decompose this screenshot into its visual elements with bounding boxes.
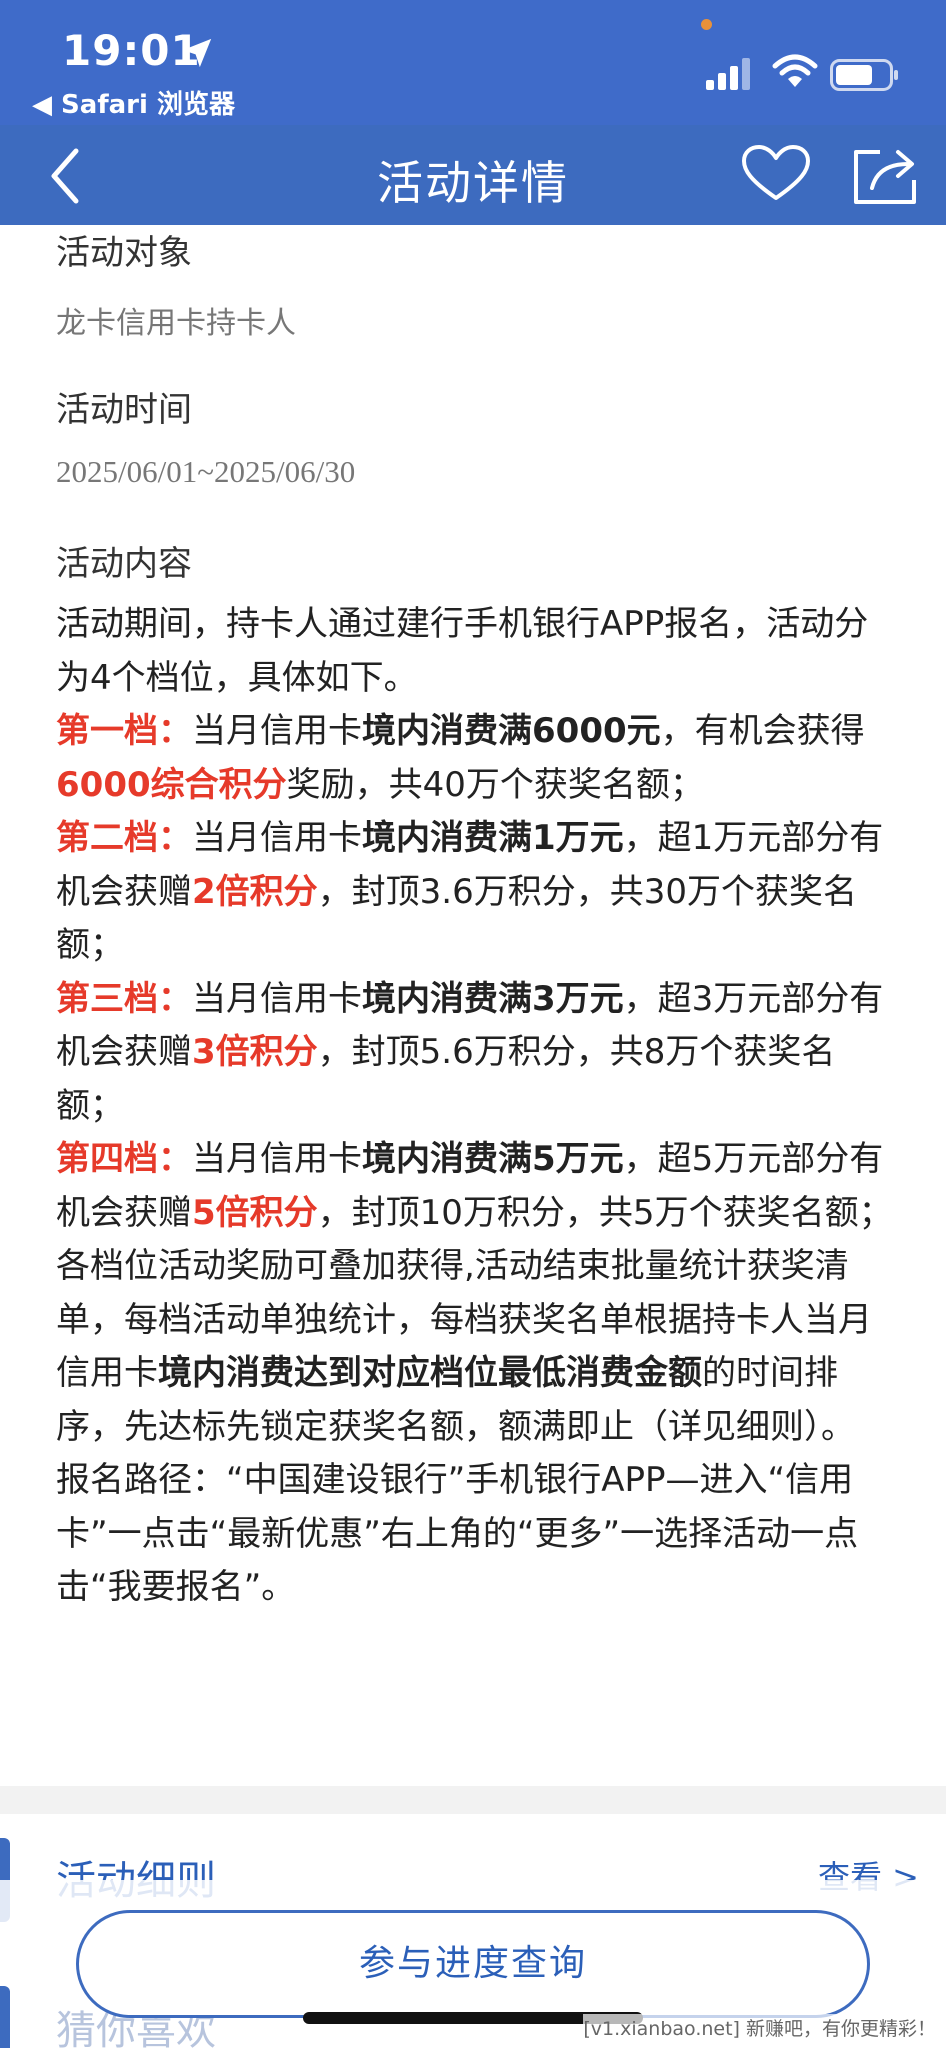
tier-condition: 境内消费满3万元 — [362, 978, 624, 1019]
tier-1: 第一档：当月信用卡境内消费满6000元，有机会获得 6000综合积分奖励，共40万… — [56, 705, 901, 812]
battery-icon — [830, 59, 898, 91]
section-marker — [0, 1986, 10, 2048]
stack-bold-text: 境内消费达到对应档位最低消费金额 — [158, 1353, 702, 1393]
section-divider — [0, 1786, 946, 1814]
watermark-text: [v1.xianbao.net] 新赚吧，有你更精彩！ — [583, 2014, 936, 2041]
wifi-icon — [772, 54, 818, 87]
tier-text: 当月信用卡 — [192, 978, 362, 1019]
target-value: 龙卡信用卡持卡人 — [56, 306, 296, 341]
time-title: 活动时间 — [56, 390, 192, 430]
cellular-signal-icon — [706, 58, 750, 90]
tier-label: 第四档： — [56, 1139, 192, 1179]
tier-reward: 3倍积分 — [192, 1032, 318, 1072]
tier-condition: 境内消费满1万元 — [362, 818, 624, 858]
tier-text: 当月信用卡 — [192, 711, 362, 751]
status-bar: 19:01 ◀ Safari 浏览器 — [0, 0, 946, 125]
tier-reward: 6000综合积分 — [56, 764, 287, 805]
share-icon[interactable] — [850, 144, 922, 208]
tier-3: 第三档：当月信用卡境内消费满3万元，超3万元部分有机会获赠3倍积分，封顶5.6万… — [56, 973, 901, 1134]
tier-text: 当月信用卡 — [192, 1139, 362, 1179]
time-value: 2025/06/01~2025/06/30 — [56, 454, 356, 489]
location-arrow-icon — [182, 38, 212, 68]
tier-reward: 5倍积分 — [192, 1192, 318, 1233]
privacy-indicator-dot — [701, 19, 712, 30]
tier-2: 第二档：当月信用卡境内消费满1万元，超1万元部分有机会获赠2倍积分，封顶3.6万… — [56, 812, 901, 973]
content-title: 活动内容 — [56, 544, 192, 584]
tier-text: 奖励，共40万个获奖名额； — [286, 764, 704, 805]
tier-text: ，封顶10万积分，共5万个获奖名额； — [317, 1192, 893, 1233]
back-to-app-link[interactable]: ◀ Safari 浏览器 — [32, 84, 235, 121]
stacking-rules: 各档位活动奖励可叠加获得,活动结束批量统计获奖清单，每档活动单独统计，每档获奖名… — [56, 1240, 901, 1454]
tier-label: 第一档： — [56, 711, 192, 751]
tier-text: 当月信用卡 — [192, 818, 362, 858]
intro-text: 活动期间，持卡人通过建行手机银行APP报名，活动分为4个档位，具体如下。 — [56, 604, 869, 698]
tier-label: 第二档： — [56, 818, 192, 858]
tier-condition: 境内消费满6000元 — [362, 711, 661, 751]
target-title: 活动对象 — [56, 233, 192, 273]
activity-content: 活动期间，持卡人通过建行手机银行APP报名，活动分为4个档位，具体如下。 第一档… — [56, 598, 901, 1615]
heart-icon[interactable] — [740, 144, 812, 204]
tier-4: 第四档：当月信用卡境内消费满5万元，超5万元部分有机会获赠5倍积分，封顶10万积… — [56, 1133, 901, 1240]
tier-label: 第三档： — [56, 978, 192, 1019]
tier-condition: 境内消费满5万元 — [362, 1139, 624, 1179]
signup-path: 报名路径：“中国建设银行”手机银行APP—进入“信用卡”一点击“最新优惠”右上角… — [56, 1460, 859, 1607]
tier-text: ，有机会获得 — [660, 711, 865, 751]
tier-reward: 2倍积分 — [192, 871, 318, 912]
progress-query-button[interactable]: 参与进度查询 — [76, 1910, 870, 2018]
